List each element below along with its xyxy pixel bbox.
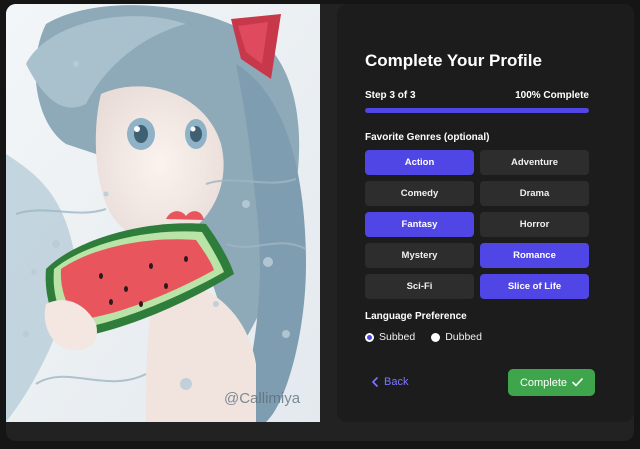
page-title: Complete Your Profile <box>365 51 542 70</box>
radio-label-dubbed: Dubbed <box>445 331 482 343</box>
radio-dubbed[interactable] <box>431 332 441 342</box>
profile-modal: @Callimiya Complete Your Profile Step 3 … <box>6 4 634 441</box>
language-option-dubbed[interactable]: Dubbed <box>431 331 482 343</box>
language-option-subbed[interactable]: Subbed <box>365 331 415 343</box>
back-button[interactable]: Back <box>371 376 408 388</box>
progress-bar-fill <box>365 108 589 113</box>
progress-percent: 100% Complete <box>515 90 589 101</box>
genre-option-fantasy[interactable]: Fantasy <box>365 212 474 237</box>
genre-option-comedy[interactable]: Comedy <box>365 181 474 206</box>
check-icon <box>572 378 583 387</box>
radio-subbed[interactable] <box>365 332 374 342</box>
anime-illustration <box>6 4 320 422</box>
complete-button-label: Complete <box>519 376 568 389</box>
chevron-left-icon <box>372 377 378 387</box>
genres-label: Favorite Genres (optional) <box>365 132 490 143</box>
language-label: Language Preference <box>365 311 467 322</box>
artwork-watermark: @Callimiya <box>224 390 301 407</box>
language-radio-group: Subbed Dubbed <box>365 331 492 343</box>
genre-option-mystery[interactable]: Mystery <box>365 243 474 268</box>
back-button-label: Back <box>384 376 409 388</box>
genre-option-slice-of-life[interactable]: Slice of Life <box>480 274 589 299</box>
genre-option-adventure[interactable]: Adventure <box>480 150 589 175</box>
complete-button[interactable]: Complete <box>508 369 595 396</box>
genre-option-action[interactable]: Action <box>365 150 474 175</box>
profile-artwork: @Callimiya <box>6 4 320 422</box>
progress-bar <box>365 108 589 113</box>
genre-option-sci-fi[interactable]: Sci-Fi <box>365 274 474 299</box>
genre-option-drama[interactable]: Drama <box>480 181 589 206</box>
step-indicator: Step 3 of 3 <box>365 90 416 101</box>
profile-form-panel: Complete Your Profile Step 3 of 3 100% C… <box>337 4 634 422</box>
genre-option-romance[interactable]: Romance <box>480 243 589 268</box>
genre-option-horror[interactable]: Horror <box>480 212 589 237</box>
radio-label-subbed: Subbed <box>379 331 416 343</box>
